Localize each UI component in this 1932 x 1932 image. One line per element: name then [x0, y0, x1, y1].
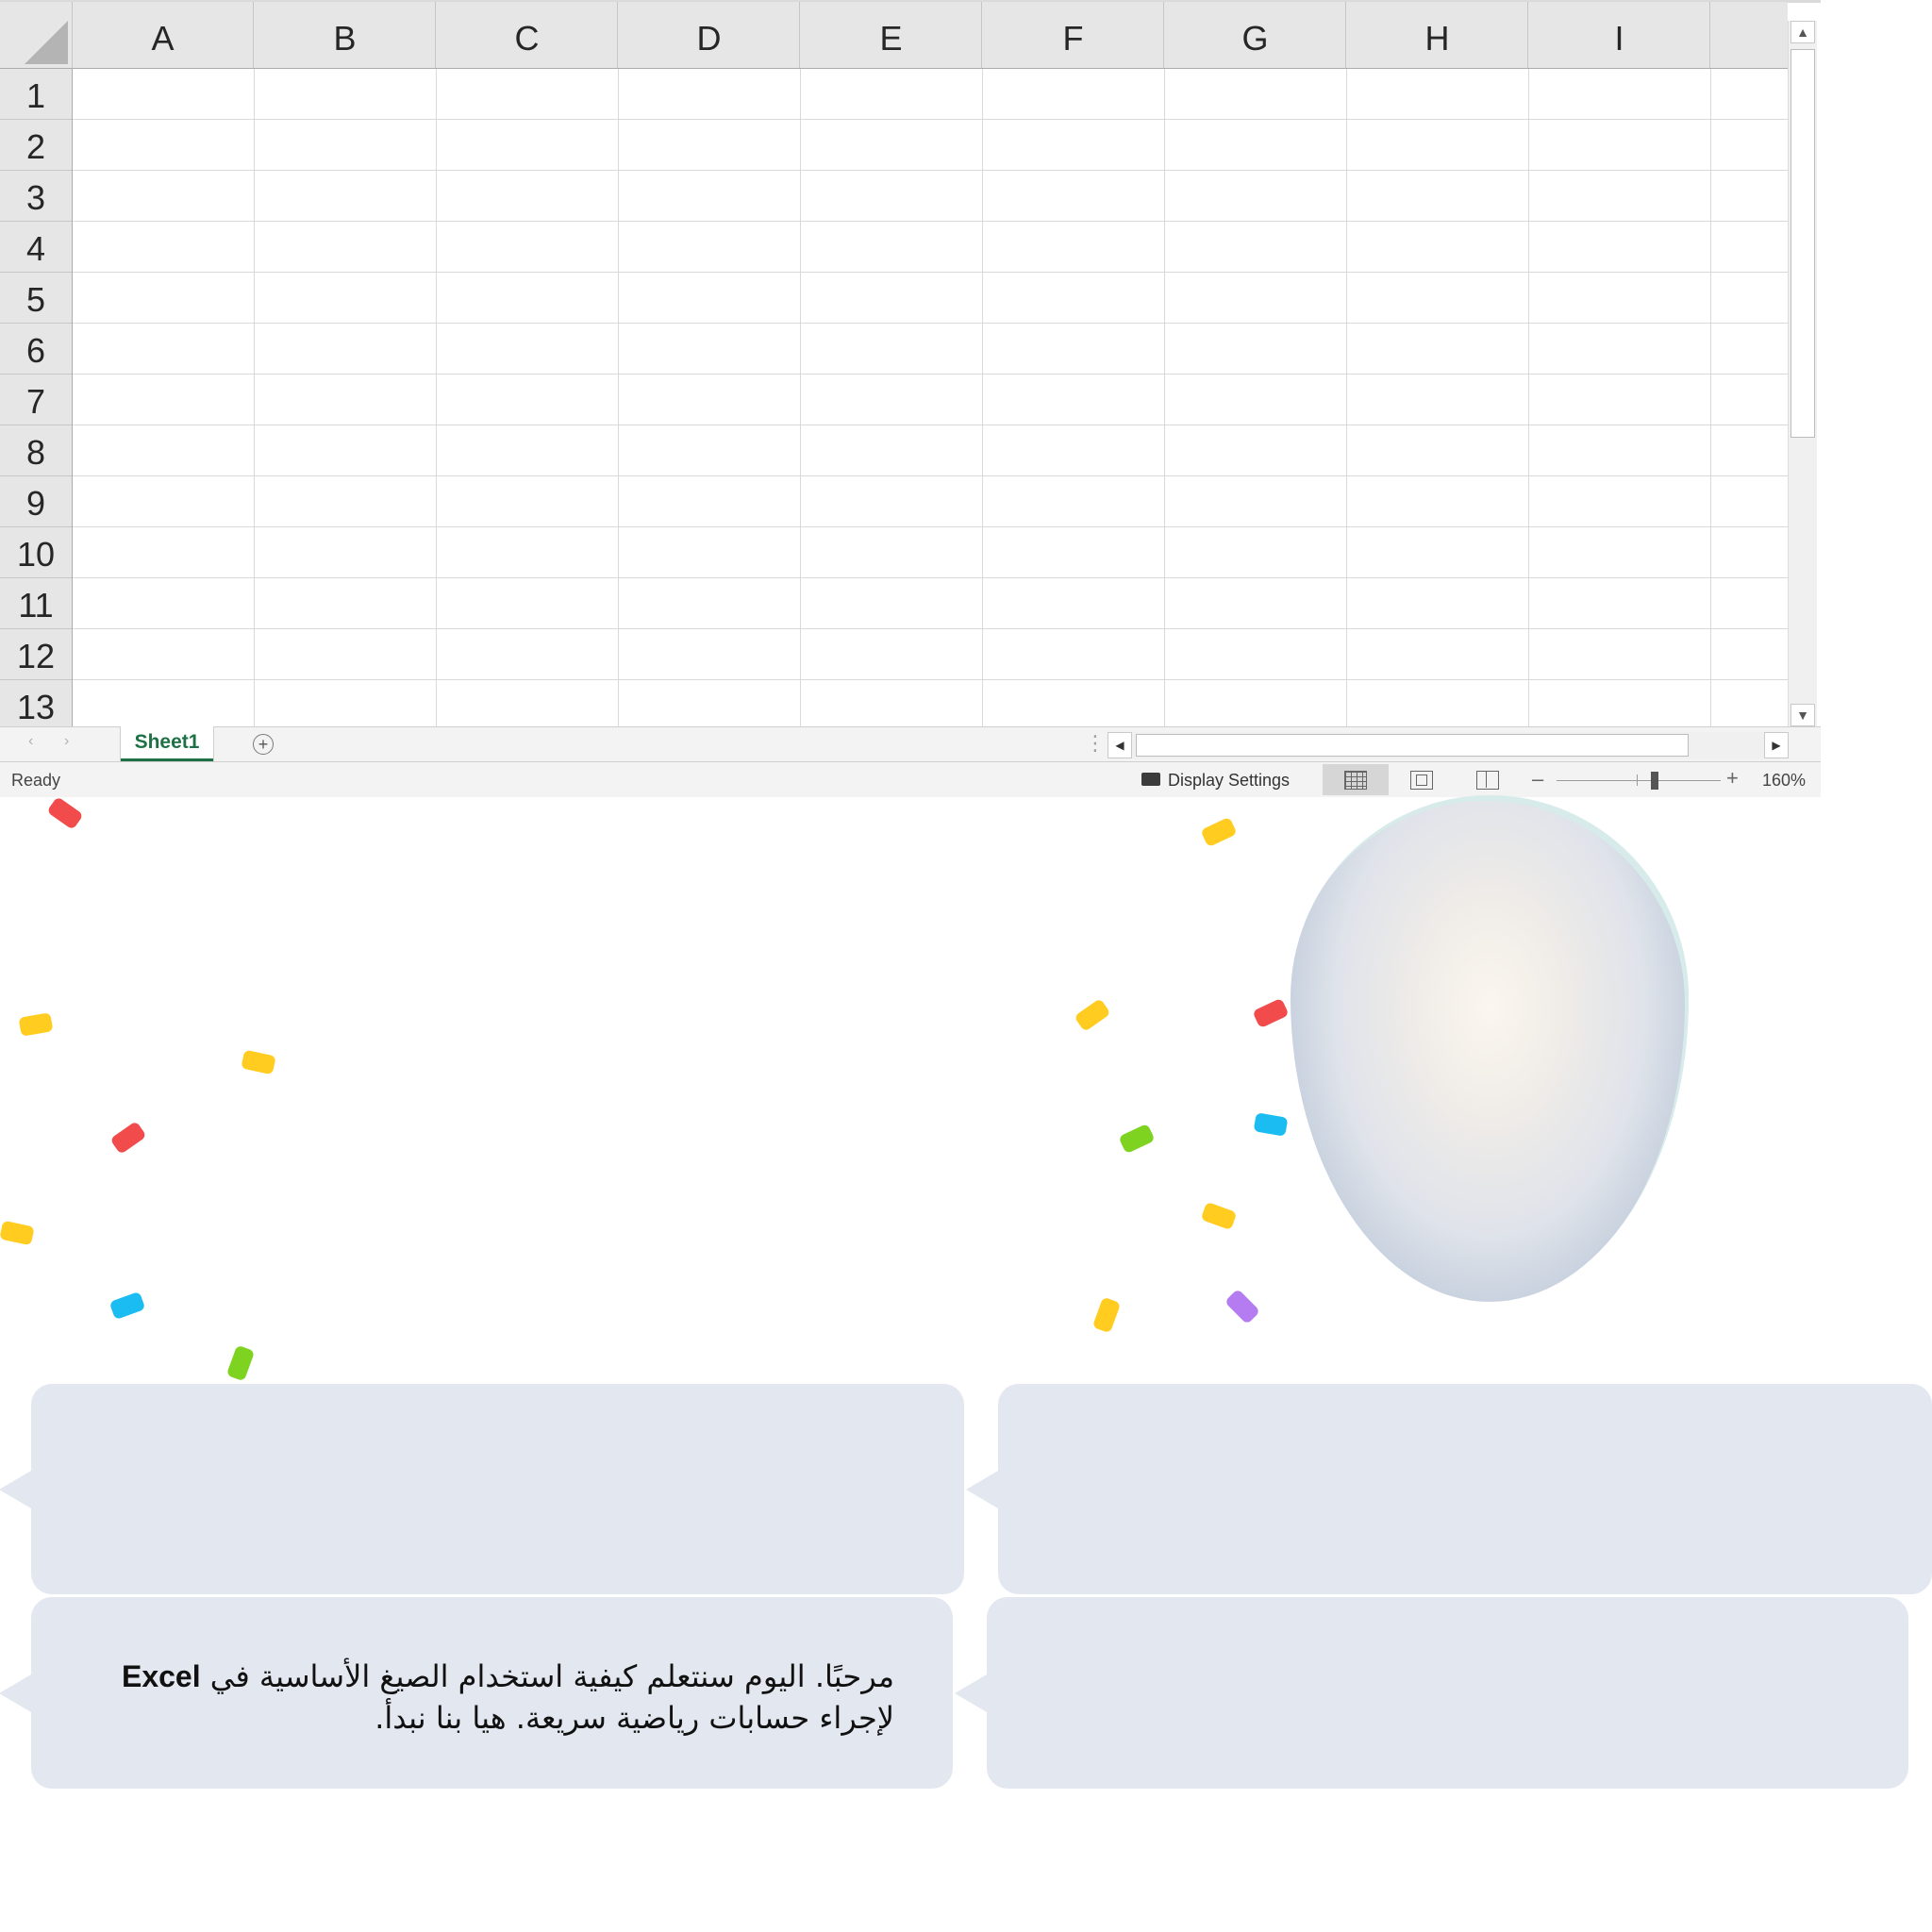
status-text: Ready — [11, 771, 61, 790]
confetti-piece — [109, 1121, 147, 1155]
confetti-piece — [1252, 997, 1290, 1029]
confetti-piece — [46, 796, 84, 830]
row-header-11[interactable]: 11 — [0, 578, 72, 629]
normal-view-button[interactable] — [1323, 764, 1389, 795]
confetti-piece — [108, 1291, 146, 1321]
page-layout-view-button[interactable] — [1389, 764, 1455, 795]
page-break-view-button[interactable] — [1455, 764, 1521, 795]
row-header-2[interactable]: 2 — [0, 120, 72, 171]
speech-bubble-bottom-right — [955, 1597, 1908, 1789]
scroll-right-button[interactable]: ▶ — [1764, 732, 1789, 758]
speech-bubble-message: مرحبًا. اليوم سنتعلم كيفية استخدام الصيغ… — [0, 1597, 953, 1789]
column-header-h[interactable]: H — [1347, 2, 1528, 68]
zoom-in-button[interactable]: + — [1726, 766, 1739, 791]
row-header-9[interactable]: 9 — [0, 476, 72, 527]
scroll-up-button[interactable]: ▲ — [1790, 21, 1815, 43]
row-header-1[interactable]: 1 — [0, 69, 72, 120]
row-header-6[interactable]: 6 — [0, 324, 72, 375]
column-header-f[interactable]: F — [983, 2, 1164, 68]
normal-view-icon — [1344, 770, 1367, 790]
zoom-level[interactable]: 160% — [1762, 771, 1806, 791]
row-header-3[interactable]: 3 — [0, 171, 72, 222]
confetti-piece — [225, 1344, 256, 1382]
column-header-d[interactable]: D — [619, 2, 800, 68]
message-part-2: لإجراء حسابات رياضية سريعة. هيا بنا نبدأ… — [375, 1700, 894, 1736]
page-layout-view-icon — [1410, 770, 1433, 790]
next-sheet-button[interactable]: › — [64, 733, 69, 750]
column-header-e[interactable]: E — [801, 2, 982, 68]
column-header-g[interactable]: G — [1165, 2, 1346, 68]
confetti-piece — [1200, 1201, 1238, 1231]
row-headers: 1 2 3 4 5 6 7 8 9 10 11 12 13 — [0, 69, 73, 726]
zoom-slider-midmark — [1637, 774, 1638, 786]
mirror-bubble-image — [1291, 795, 1689, 1302]
cell-grid[interactable] — [73, 69, 1788, 726]
confetti-piece — [1091, 1296, 1122, 1334]
sheet-tab-sheet1[interactable]: Sheet1 — [121, 726, 213, 761]
confetti-piece — [1253, 1112, 1289, 1137]
speech-bubble-top-left — [0, 1384, 964, 1594]
horizontal-scrollbar[interactable]: ◀ ▶ — [1108, 732, 1789, 758]
row-header-13[interactable]: 13 — [0, 680, 72, 726]
confetti-piece — [1224, 1288, 1261, 1325]
select-all-corner-icon — [25, 21, 68, 64]
display-settings-button[interactable]: Display Settings — [1168, 771, 1290, 791]
vertical-scrollbar[interactable]: ▲ ▼ — [1788, 21, 1817, 726]
row-header-4[interactable]: 4 — [0, 222, 72, 273]
select-all-button[interactable] — [0, 2, 73, 69]
confetti-piece — [241, 1049, 276, 1075]
message-brand: Excel — [121, 1659, 201, 1693]
column-header-a[interactable]: A — [73, 2, 254, 68]
message-part-1: مرحبًا. اليوم سنتعلم كيفية استخدام الصيغ… — [209, 1658, 894, 1694]
column-headers: A B C D E F G H I — [73, 2, 1788, 69]
zoom-slider-thumb[interactable] — [1651, 772, 1658, 790]
status-bar: Ready Display Settings – + 160% — [0, 762, 1821, 797]
scroll-left-button[interactable]: ◀ — [1108, 732, 1132, 758]
add-sheet-icon[interactable]: + — [253, 734, 274, 755]
row-header-10[interactable]: 10 — [0, 527, 72, 578]
row-header-12[interactable]: 12 — [0, 629, 72, 680]
confetti-piece — [1074, 998, 1111, 1032]
sheet-tab-bar: ‹ › Sheet1 + ⋮ ◀ ▶ — [0, 726, 1821, 762]
zoom-out-button[interactable]: – — [1532, 767, 1543, 791]
prev-sheet-button[interactable]: ‹ — [28, 733, 33, 750]
confetti-piece — [1200, 816, 1238, 848]
speech-bubble-top-right — [966, 1384, 1932, 1594]
row-header-8[interactable]: 8 — [0, 425, 72, 476]
confetti-piece — [18, 1012, 54, 1037]
vertical-scroll-thumb[interactable] — [1790, 49, 1815, 438]
tab-split-handle[interactable]: ⋮ — [1085, 731, 1106, 756]
column-header-b[interactable]: B — [255, 2, 436, 68]
horizontal-scroll-thumb[interactable] — [1136, 734, 1689, 757]
confetti-piece — [0, 1220, 35, 1246]
display-settings-icon[interactable] — [1141, 773, 1160, 786]
column-header-i[interactable]: I — [1529, 2, 1710, 68]
page-break-view-icon — [1476, 770, 1499, 790]
zoom-slider-track[interactable] — [1557, 780, 1721, 781]
excel-window: A B C D E F G H I 1 2 3 4 5 6 7 8 9 10 1… — [0, 0, 1821, 797]
message-text: مرحبًا. اليوم سنتعلم كيفية استخدام الصيغ… — [83, 1656, 894, 1739]
row-header-5[interactable]: 5 — [0, 273, 72, 324]
row-header-7[interactable]: 7 — [0, 375, 72, 425]
confetti-piece — [1118, 1123, 1156, 1155]
scroll-down-button[interactable]: ▼ — [1790, 704, 1815, 726]
column-header-c[interactable]: C — [437, 2, 618, 68]
